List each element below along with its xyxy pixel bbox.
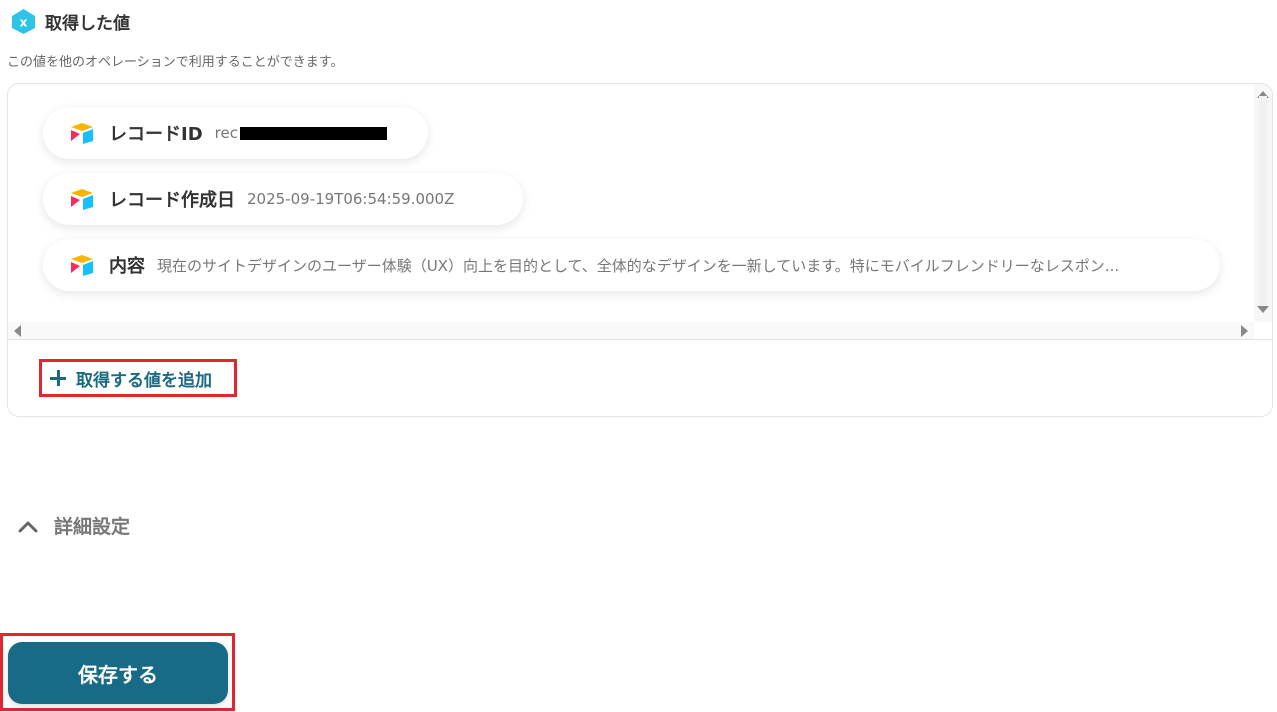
scroll-left-icon[interactable] xyxy=(14,325,21,337)
chevron-up-icon xyxy=(18,521,38,532)
value-label: レコード作成日 xyxy=(109,190,235,211)
value-chip-record-id[interactable]: レコードID rec xyxy=(43,107,428,159)
redacted-block xyxy=(239,127,387,140)
vertical-scroll-thumb[interactable] xyxy=(1259,96,1267,308)
value-text: 2025-09-19T06:54:59.000Z xyxy=(247,190,455,208)
plus-icon xyxy=(50,370,66,386)
airtable-icon xyxy=(71,255,93,276)
variable-x-icon: x xyxy=(12,9,35,34)
scroll-down-icon[interactable] xyxy=(1257,306,1269,313)
value-label: 内容 xyxy=(109,256,145,277)
values-panel: レコードID rec レコード作成日 2025-09-19T06:54:59.0… xyxy=(7,83,1273,417)
advanced-settings-label: 詳細設定 xyxy=(54,516,131,538)
save-button[interactable]: 保存する xyxy=(8,642,228,704)
section-title: 取得した値 xyxy=(45,14,130,34)
section-header: x 取得した値 xyxy=(10,8,130,35)
add-value-label: 取得する値を追加 xyxy=(76,370,212,391)
value-chip-content[interactable]: 内容 現在のサイトデザインのユーザー体験（UX）向上を目的として、全体的なデザイ… xyxy=(43,239,1220,291)
section-description: この値を他のオペレーションで利用することができます。 xyxy=(7,55,344,70)
airtable-icon xyxy=(71,123,93,144)
svg-text:x: x xyxy=(20,16,28,30)
value-text: 現在のサイトデザインのユーザー体験（UX）向上を目的として、全体的なデザインを一… xyxy=(157,256,1120,275)
horizontal-scrollbar[interactable] xyxy=(8,322,1254,339)
advanced-settings-toggle[interactable]: 詳細設定 xyxy=(18,512,130,539)
scroll-right-icon[interactable] xyxy=(1241,325,1248,337)
add-value-button[interactable]: 取得する値を追加 xyxy=(39,359,237,397)
value-chip-created-date[interactable]: レコード作成日 2025-09-19T06:54:59.000Z xyxy=(43,173,523,225)
airtable-icon xyxy=(71,189,93,210)
value-text: rec xyxy=(215,124,387,142)
value-label: レコードID xyxy=(109,124,203,145)
values-scroll-area: レコードID rec レコード作成日 2025-09-19T06:54:59.0… xyxy=(8,84,1272,340)
vertical-scrollbar[interactable] xyxy=(1254,84,1272,322)
